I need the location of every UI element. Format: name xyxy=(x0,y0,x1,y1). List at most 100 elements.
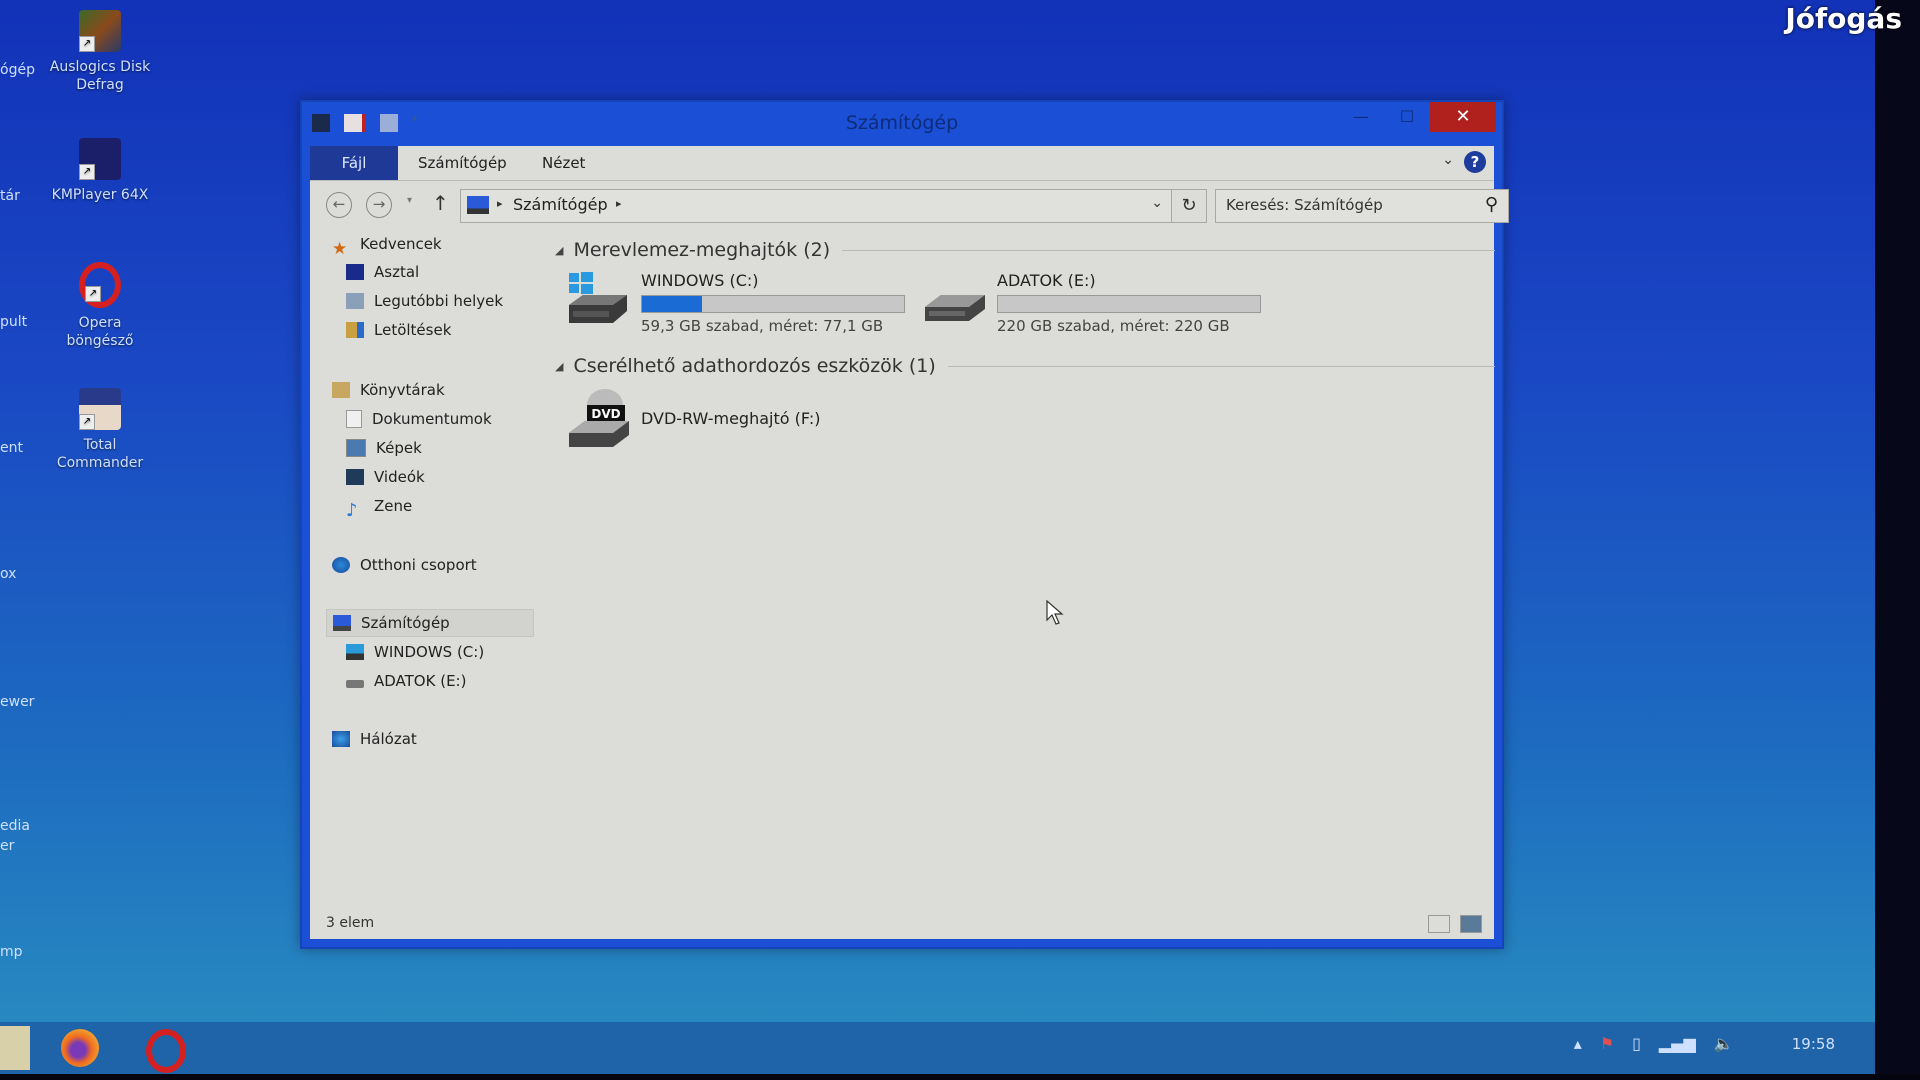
hard-drive-icon xyxy=(921,271,987,331)
title-bar[interactable]: ▾ Számítógép — ☐ ✕ xyxy=(302,102,1502,146)
search-placeholder: Keresés: Számítógép xyxy=(1226,196,1383,214)
nav-label: Otthoni csoport xyxy=(360,556,477,574)
opera-icon: ↗ xyxy=(79,262,121,308)
nav-network[interactable]: Hálózat xyxy=(332,726,417,752)
libraries-icon xyxy=(332,382,350,398)
nav-recent-places[interactable]: Legutóbbi helyek xyxy=(346,288,503,314)
nav-libraries[interactable]: Könyvtárak xyxy=(332,377,445,403)
documents-icon xyxy=(346,410,362,428)
nav-computer[interactable]: Számítógép xyxy=(326,609,534,637)
nav-label: Zene xyxy=(374,497,413,515)
action-center-flag-icon[interactable]: ⚑ xyxy=(1600,1034,1614,1053)
dvd-badge: DVD xyxy=(591,407,620,421)
collapse-icon[interactable]: ◢ xyxy=(555,244,563,257)
desktop-icon-opera[interactable]: ↗ Opera böngésző xyxy=(40,262,160,350)
group-header-removable[interactable]: ◢ Cserélhető adathordozós eszközök (1) xyxy=(555,355,1495,377)
nav-favorites[interactable]: ★ Kedvencek xyxy=(332,231,442,259)
minimize-button[interactable]: — xyxy=(1338,102,1384,132)
desktop-icon-label: Commander xyxy=(56,455,144,471)
collapse-icon[interactable]: ◢ xyxy=(555,360,563,373)
firefox-icon xyxy=(61,1029,99,1067)
music-note-icon: ♪ xyxy=(346,500,358,521)
auslogics-defrag-icon: ↗ xyxy=(79,10,121,52)
recent-locations-dropdown[interactable]: ▾ xyxy=(407,195,412,206)
drive-item-dvd[interactable]: DVD DVD-RW-meghajtó (F:) xyxy=(565,387,865,453)
desktop-icon-partial-label[interactable]: tár xyxy=(0,188,20,204)
nav-pictures[interactable]: Képek xyxy=(346,435,422,461)
large-icons-view-icon[interactable] xyxy=(1460,915,1482,933)
breadcrumb-separator-icon[interactable]: ▸ xyxy=(497,197,503,210)
help-icon[interactable]: ? xyxy=(1464,151,1486,173)
taskbar-opera[interactable] xyxy=(140,1026,188,1073)
nav-desktop[interactable]: Asztal xyxy=(346,259,419,285)
expand-ribbon-icon[interactable]: ⌄ xyxy=(1442,152,1454,168)
drive-item-c[interactable]: WINDOWS (C:) 59,3 GB szabad, méret: 77,1… xyxy=(565,271,925,337)
refresh-button[interactable]: ↻ xyxy=(1171,189,1207,223)
system-tray: ▴ ⚑ ▯ ▂▄▆ 🔈 19:58 xyxy=(1574,1034,1835,1053)
homegroup-icon xyxy=(332,557,350,573)
taskbar-file-explorer[interactable] xyxy=(0,1026,30,1070)
nav-videos[interactable]: Videók xyxy=(346,464,425,490)
item-count: 3 elem xyxy=(326,915,375,931)
nav-label: Videók xyxy=(374,468,425,486)
downloads-icon xyxy=(346,322,364,338)
nav-drive-c[interactable]: WINDOWS (C:) xyxy=(346,639,484,665)
desktop-icon-partial-label[interactable]: ox xyxy=(0,566,16,582)
breadcrumb-computer[interactable]: Számítógép xyxy=(513,195,608,214)
back-button[interactable]: ← xyxy=(326,192,352,218)
breadcrumb-separator-icon[interactable]: ▸ xyxy=(616,197,622,210)
battery-power-icon[interactable]: ▯ xyxy=(1632,1034,1641,1053)
window-title: Számítógép xyxy=(845,112,959,134)
group-header-hard-drives[interactable]: ◢ Merevlemez-meghajtók (2) xyxy=(555,239,1495,261)
computer-icon xyxy=(467,196,489,214)
explorer-body: ← → ▾ ↑ ▸ Számítógép ▸ ⌄ ↻ Keresés: Szám… xyxy=(310,181,1509,939)
content-pane: ◢ Merevlemez-meghajtók (2) WINDOWS (C:) xyxy=(545,229,1495,909)
group-title: Cserélhető adathordozós eszközök (1) xyxy=(573,355,936,377)
search-icon[interactable]: ⚲ xyxy=(1485,194,1498,215)
desktop-icon-partial-label[interactable]: ógép xyxy=(0,62,35,78)
desktop-icon-partial-label[interactable]: pult xyxy=(0,314,27,330)
show-hidden-icons-icon[interactable]: ▴ xyxy=(1574,1034,1582,1053)
nav-drive-e[interactable]: ADATOK (E:) xyxy=(346,668,466,694)
volume-icon[interactable]: 🔈 xyxy=(1714,1034,1734,1053)
search-input[interactable]: Keresés: Számítógép ⚲ xyxy=(1215,189,1509,223)
up-button[interactable]: ↑ xyxy=(432,191,449,215)
desktop-icon-partial-label[interactable]: ewer xyxy=(0,694,34,710)
nav-label: Legutóbbi helyek xyxy=(374,292,504,310)
clock[interactable]: 19:58 xyxy=(1792,1035,1835,1053)
drive-item-e[interactable]: ADATOK (E:) 220 GB szabad, méret: 220 GB xyxy=(921,271,1281,337)
nav-homegroup[interactable]: Otthoni csoport xyxy=(332,552,477,578)
desktop-icon-auslogics[interactable]: ↗ Auslogics Disk Defrag xyxy=(40,10,160,94)
nav-downloads[interactable]: Letöltések xyxy=(346,317,451,343)
tab-file[interactable]: Fájl xyxy=(310,146,398,180)
desktop-icon-partial-label[interactable]: ent xyxy=(0,440,23,456)
address-bar[interactable]: ▸ Számítógép ▸ ⌄ xyxy=(460,189,1172,223)
desktop-icon-kmplayer[interactable]: ↗ KMPlayer 64X xyxy=(40,138,160,204)
drive-usage-bar xyxy=(641,295,905,313)
desktop-icon-label: Auslogics Disk xyxy=(49,59,151,75)
desktop-icon-partial-label[interactable]: edia xyxy=(0,818,30,834)
taskbar: ▴ ⚑ ▯ ▂▄▆ 🔈 19:58 xyxy=(0,1022,1875,1074)
address-dropdown-icon[interactable]: ⌄ xyxy=(1151,195,1163,211)
nav-music[interactable]: ♪ Zene xyxy=(346,493,413,521)
computer-icon xyxy=(333,615,351,631)
desktop-icon-partial-label[interactable]: er xyxy=(0,838,14,854)
nav-label: Asztal xyxy=(374,263,420,281)
hard-drive-icon xyxy=(346,680,364,688)
nav-label: Számítógép xyxy=(361,614,450,632)
network-signal-icon[interactable]: ▂▄▆ xyxy=(1659,1034,1696,1053)
desktop-icon-total-commander[interactable]: ↗ Total Commander xyxy=(40,388,160,472)
drive-name: DVD-RW-meghajtó (F:) xyxy=(641,409,821,428)
nav-documents[interactable]: Dokumentumok xyxy=(346,406,492,432)
tab-computer[interactable]: Számítógép xyxy=(398,146,527,180)
desktop-icon-label: Defrag xyxy=(76,77,124,93)
close-button[interactable]: ✕ xyxy=(1430,102,1496,132)
tab-view[interactable]: Nézet xyxy=(522,146,605,180)
maximize-button[interactable]: ☐ xyxy=(1384,102,1430,132)
forward-button[interactable]: → xyxy=(366,192,392,218)
desktop-icon-label: böngésző xyxy=(66,333,134,349)
desktop-icon-partial-label[interactable]: mp xyxy=(0,944,23,960)
taskbar-firefox[interactable] xyxy=(58,1026,106,1070)
details-view-icon[interactable] xyxy=(1428,915,1450,933)
status-bar: 3 elem xyxy=(310,909,1494,939)
